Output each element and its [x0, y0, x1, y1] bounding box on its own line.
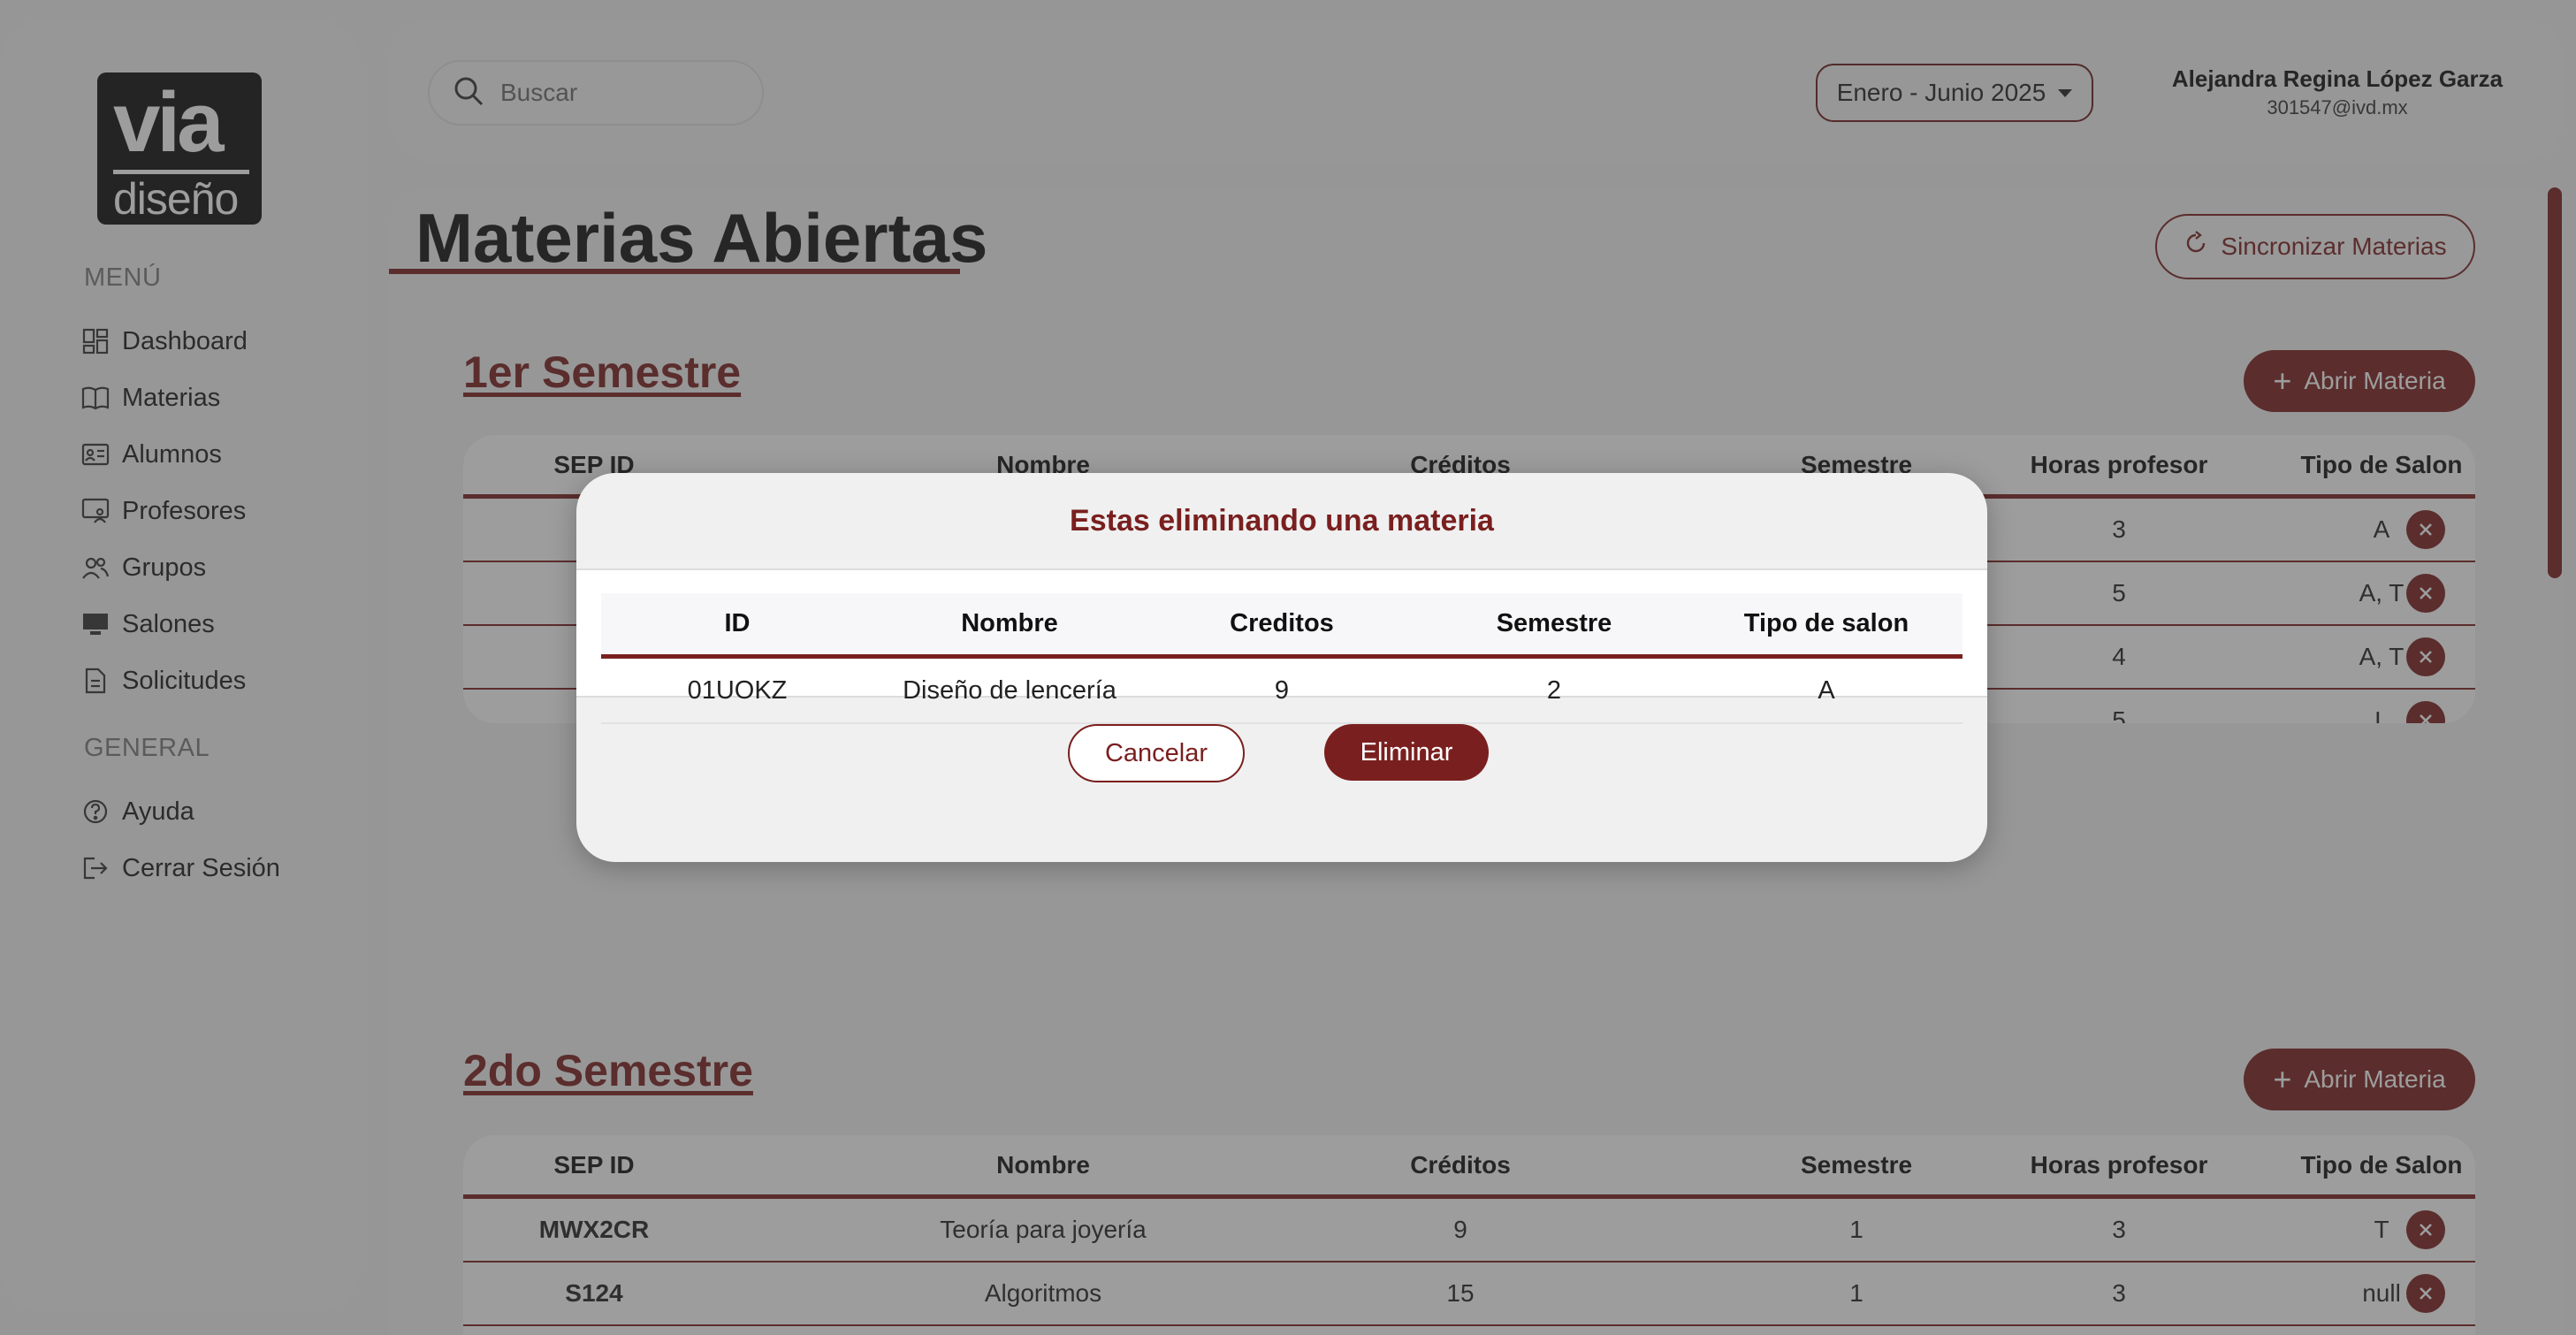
modal-actions: Cancelar Eliminar: [576, 699, 1987, 862]
modal-table-header: ID Nombre Creditos Semestre Tipo de salo…: [601, 593, 1962, 659]
delete-subject-modal: Estas eliminando una materia ID Nombre C…: [576, 473, 1987, 862]
modal-body: ID Nombre Creditos Semestre Tipo de salo…: [576, 570, 1987, 724]
modal-column-tipo-salon: Tipo de salon: [1743, 609, 1909, 637]
confirm-delete-button[interactable]: Eliminar: [1324, 724, 1489, 781]
modal-column-nombre: Nombre: [961, 609, 1058, 637]
modal-column-creditos: Creditos: [1230, 609, 1334, 637]
cancel-button[interactable]: Cancelar: [1068, 724, 1245, 782]
modal-column-semestre: Semestre: [1496, 609, 1612, 637]
modal-column-id: ID: [724, 609, 751, 637]
modal-title: Estas eliminando una materia: [576, 473, 1987, 570]
